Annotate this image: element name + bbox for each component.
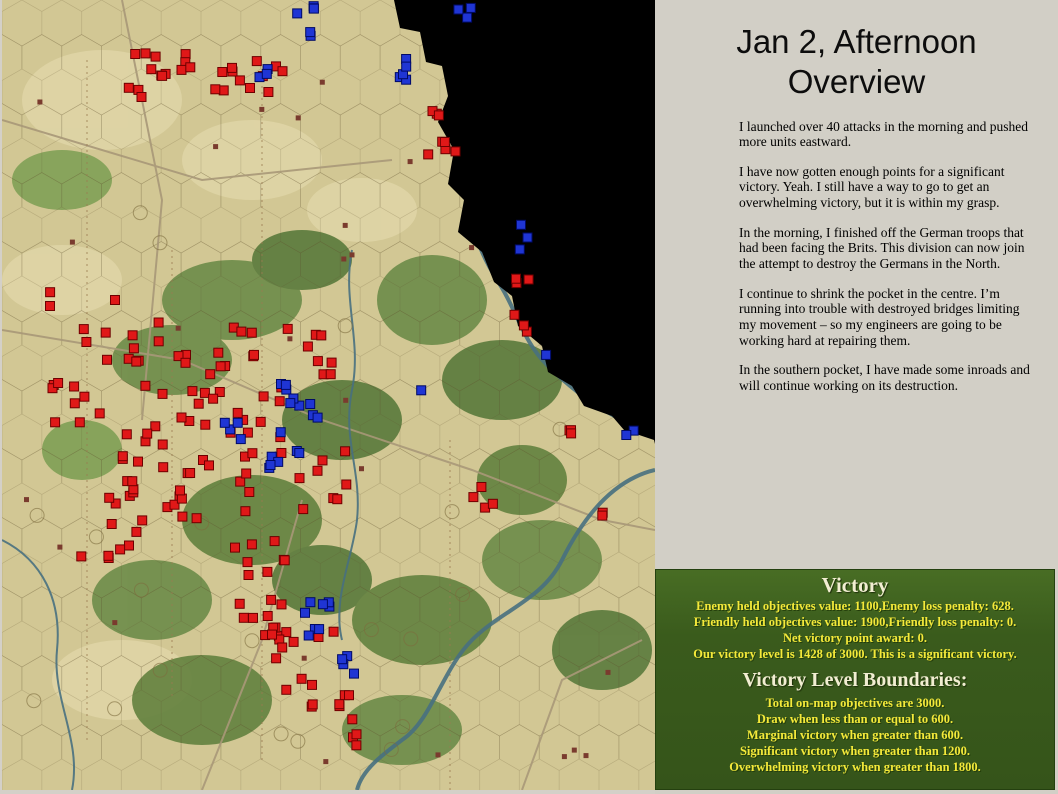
commentary-paragraph: In the southern pocket, I have made some… [739,362,1030,394]
victory-boundaries-heading: Victory Level Boundaries: [742,669,968,691]
victory-line: Our victory level is 1428 of 3000. This … [693,647,1017,661]
victory-boundary-line: Significant victory when greater than 12… [739,744,971,758]
victory-boundary-line: Overwhelming victory when greater than 1… [729,760,981,774]
commentary-paragraph: In the morning, I finished off the Germa… [739,224,1025,272]
victory-heading: Victory [821,573,889,597]
game-map[interactable] [0,0,655,794]
game-window: Jan 2, Afternoon Overview I launched ove… [0,0,1058,794]
commentary: I launched over 40 attacks in the mornin… [739,119,1038,394]
victory-line: Friendly held objectives value: 1900,Fri… [693,615,1017,629]
commentary-paragraph: I have now gotten enough points for a si… [739,163,1005,211]
victory-panel: Victory Enemy held objectives value: 110… [655,569,1055,790]
victory-boundary-line: Draw when less than or equal to 600. [756,712,954,726]
victory-line: Net victory point award: 0. [782,631,928,645]
victory-boundary-line: Marginal victory when greater than 600. [746,728,964,742]
victory-line: Enemy held objectives value: 1100,Enemy … [696,599,1014,613]
window-frame-bottom [0,790,655,794]
map-canvas [2,0,655,790]
commentary-paragraph: I launched over 40 attacks in the mornin… [739,118,1029,150]
info-panel: Jan 2, Afternoon Overview I launched ove… [655,0,1058,794]
victory-boundary-line: Total on-map objectives are 3000. [765,696,945,710]
commentary-paragraph: I continue to shrink the pocket in the c… [739,285,1020,348]
overview-title: Jan 2, Afternoon Overview [736,23,977,101]
